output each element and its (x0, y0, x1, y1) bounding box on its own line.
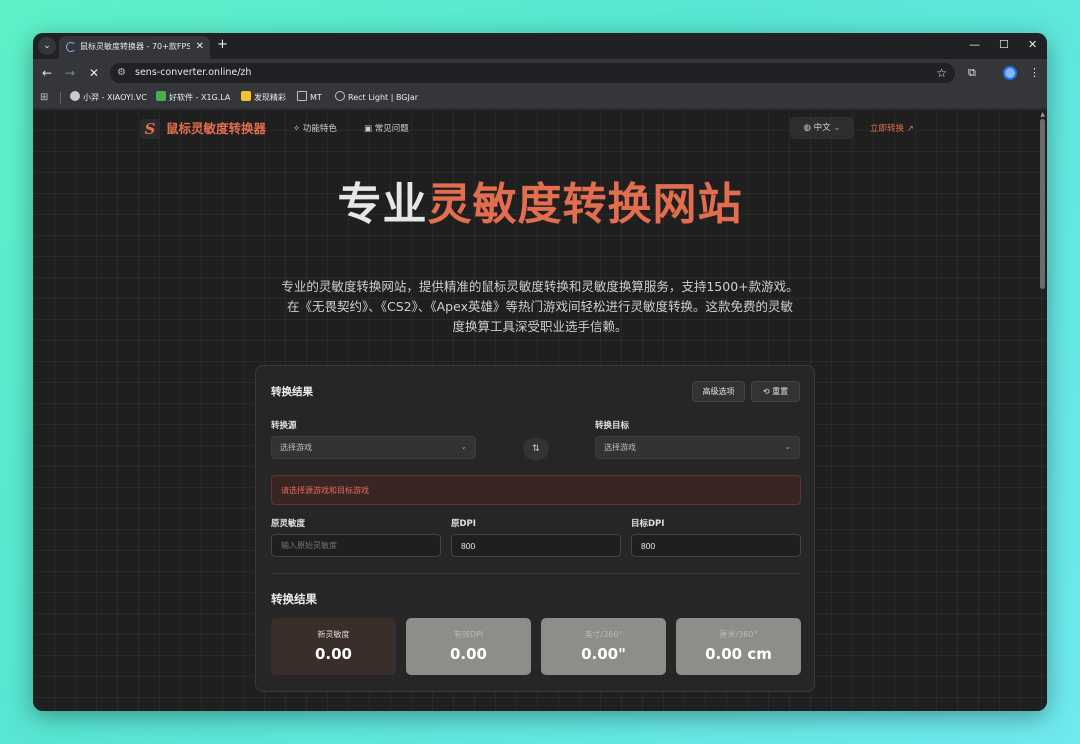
menu-kebab-icon[interactable]: ⋮ (1029, 65, 1040, 81)
tab-close-icon[interactable]: ✕ (196, 40, 204, 53)
loading-spinner-icon (66, 42, 76, 52)
result-value: 0.00" (581, 645, 626, 663)
bookmark-star-icon[interactable]: ☆ (936, 65, 947, 81)
target-dpi-input[interactable] (631, 534, 801, 557)
bookmark-item[interactable]: 小羿 - XIAOYI.VC (70, 91, 147, 105)
address-bar[interactable]: ⚙ sens-converter.online/zh ☆ (110, 63, 955, 83)
result-label: 英寸/360° (584, 630, 623, 639)
bookmark-favicon-icon (70, 91, 80, 101)
target-label: 转换目标 (595, 421, 630, 431)
result-cm-360: 厘米/360° 0.00 cm (676, 618, 801, 675)
result-label: 有效DPI (453, 630, 484, 639)
bookmark-folder[interactable]: MT (297, 91, 322, 105)
target-game-select[interactable]: 选择游戏 ⌄ (595, 436, 800, 459)
scroll-up-icon[interactable]: ▲ (1040, 111, 1045, 118)
profile-avatar[interactable] (1003, 66, 1017, 80)
chevron-down-icon: ⌄ (833, 123, 841, 133)
site-logo-icon[interactable]: S (140, 119, 160, 139)
result-value: 0.00 (314, 645, 352, 663)
result-inches-360: 英寸/360° 0.00" (541, 618, 666, 675)
forward-icon[interactable]: → (65, 65, 75, 81)
chevron-down-icon: ⌄ (460, 442, 467, 451)
error-text: 请选择源游戏和目标游戏 (281, 486, 369, 495)
converter-title: 转换结果 (271, 386, 313, 398)
orig-dpi-label: 原DPI (451, 519, 476, 529)
site-info-icon[interactable]: ⚙ (117, 66, 126, 80)
nav-features-link[interactable]: ✧ 功能特色 (293, 123, 337, 135)
site-logo-text[interactable]: 鼠标灵敏度转换器 (166, 120, 266, 137)
chevron-down-icon: ⌄ (784, 442, 791, 451)
converter-card: 转换结果 高级选项 ⟲ 重置 转换源 选择游戏 ⌄ ⇅ 转换目标 选择游戏 ⌄ … (255, 365, 815, 692)
apps-grid-icon[interactable]: ⊞ (40, 91, 48, 105)
bookmark-item[interactable]: Rect Light | BGJar (335, 91, 418, 105)
tab-strip: ⌄ 鼠标灵敏度转换器 - 70+款FPS游戏 ✕ + — ☐ ✕ (33, 33, 1047, 59)
source-select-placeholder: 选择游戏 (280, 443, 312, 452)
globe-icon: ◍ (803, 123, 811, 133)
minimize-icon[interactable]: — (969, 38, 980, 52)
orig-dpi-input[interactable] (451, 534, 621, 557)
page-content: ▲ S 鼠标灵敏度转换器 ✧ 功能特色 ▣ 常见问题 ◍ 中文 ⌄ 立即转换 ↗… (33, 109, 1047, 711)
bookmark-item[interactable]: 好软件 - X1G.LA (156, 91, 230, 105)
result-value: 0.00 (449, 645, 487, 663)
tab-search-icon[interactable]: ⌄ (38, 37, 56, 55)
back-icon[interactable]: ← (42, 65, 52, 81)
new-tab-button[interactable]: + (217, 37, 228, 53)
extensions-icon[interactable]: ⧉ (968, 65, 976, 81)
target-select-placeholder: 选择游戏 (604, 443, 636, 452)
source-label: 转换源 (271, 421, 297, 431)
bookmark-favicon-icon (241, 91, 251, 101)
browser-toolbar: ← → ✕ ⚙ sens-converter.online/zh ☆ ⧉ ⋮ (33, 59, 1047, 87)
orig-sens-label: 原灵敏度 (271, 519, 306, 529)
url-text[interactable]: sens-converter.online/zh (135, 67, 251, 79)
close-window-icon[interactable]: ✕ (1028, 38, 1037, 52)
reset-button[interactable]: ⟲ 重置 (751, 381, 800, 402)
bookmarks-divider (60, 92, 61, 104)
target-dpi-label: 目标DPI (631, 519, 665, 529)
language-selector[interactable]: ◍ 中文 ⌄ (790, 117, 854, 139)
result-label: 新灵敏度 (317, 630, 350, 639)
maximize-icon[interactable]: ☐ (999, 38, 1009, 52)
language-label: 中文 (813, 123, 831, 133)
hero-title: 专业灵敏度转换网站 (33, 177, 1047, 233)
result-new-sens: 新灵敏度 0.00 (271, 618, 396, 675)
advanced-options-button[interactable]: 高级选项 (692, 381, 745, 402)
tab-active[interactable]: 鼠标灵敏度转换器 - 70+款FPS游戏 ✕ (59, 36, 210, 59)
error-message: 请选择源游戏和目标游戏 (271, 475, 801, 505)
tab-title: 鼠标灵敏度转换器 - 70+款FPS游戏 (80, 42, 190, 51)
stop-loading-icon[interactable]: ✕ (89, 65, 99, 81)
section-divider (271, 573, 801, 574)
bookmark-item[interactable]: 发现精彩 (241, 91, 286, 105)
result-label: 厘米/360° (719, 630, 758, 639)
browser-window: ⌄ 鼠标灵敏度转换器 - 70+款FPS游戏 ✕ + — ☐ ✕ ← → ✕ ⚙… (33, 33, 1047, 711)
hero-title-part1: 专业 (337, 179, 428, 230)
nav-faq-link[interactable]: ▣ 常见问题 (364, 123, 409, 135)
swap-games-button[interactable]: ⇅ (523, 438, 549, 460)
results-title: 转换结果 (271, 592, 317, 606)
bookmarks-bar: ⊞ 小羿 - XIAOYI.VC 好软件 - X1G.LA 发现精彩 MT Re… (33, 87, 1047, 109)
bookmark-favicon-icon (156, 91, 166, 101)
hero-description: 专业的灵敏度转换网站，提供精准的鼠标灵敏度转换和灵敏度换算服务，支持1500+款… (281, 279, 799, 334)
result-effective-dpi: 有效DPI 0.00 (406, 618, 531, 675)
hero-title-part2: 灵敏度转换网站 (427, 179, 743, 230)
convert-now-link[interactable]: 立即转换 ↗ (870, 123, 914, 135)
globe-icon (335, 91, 345, 101)
orig-sens-input[interactable] (271, 534, 441, 557)
result-value: 0.00 cm (705, 645, 772, 663)
folder-icon (297, 91, 307, 101)
source-game-select[interactable]: 选择游戏 ⌄ (271, 436, 476, 459)
